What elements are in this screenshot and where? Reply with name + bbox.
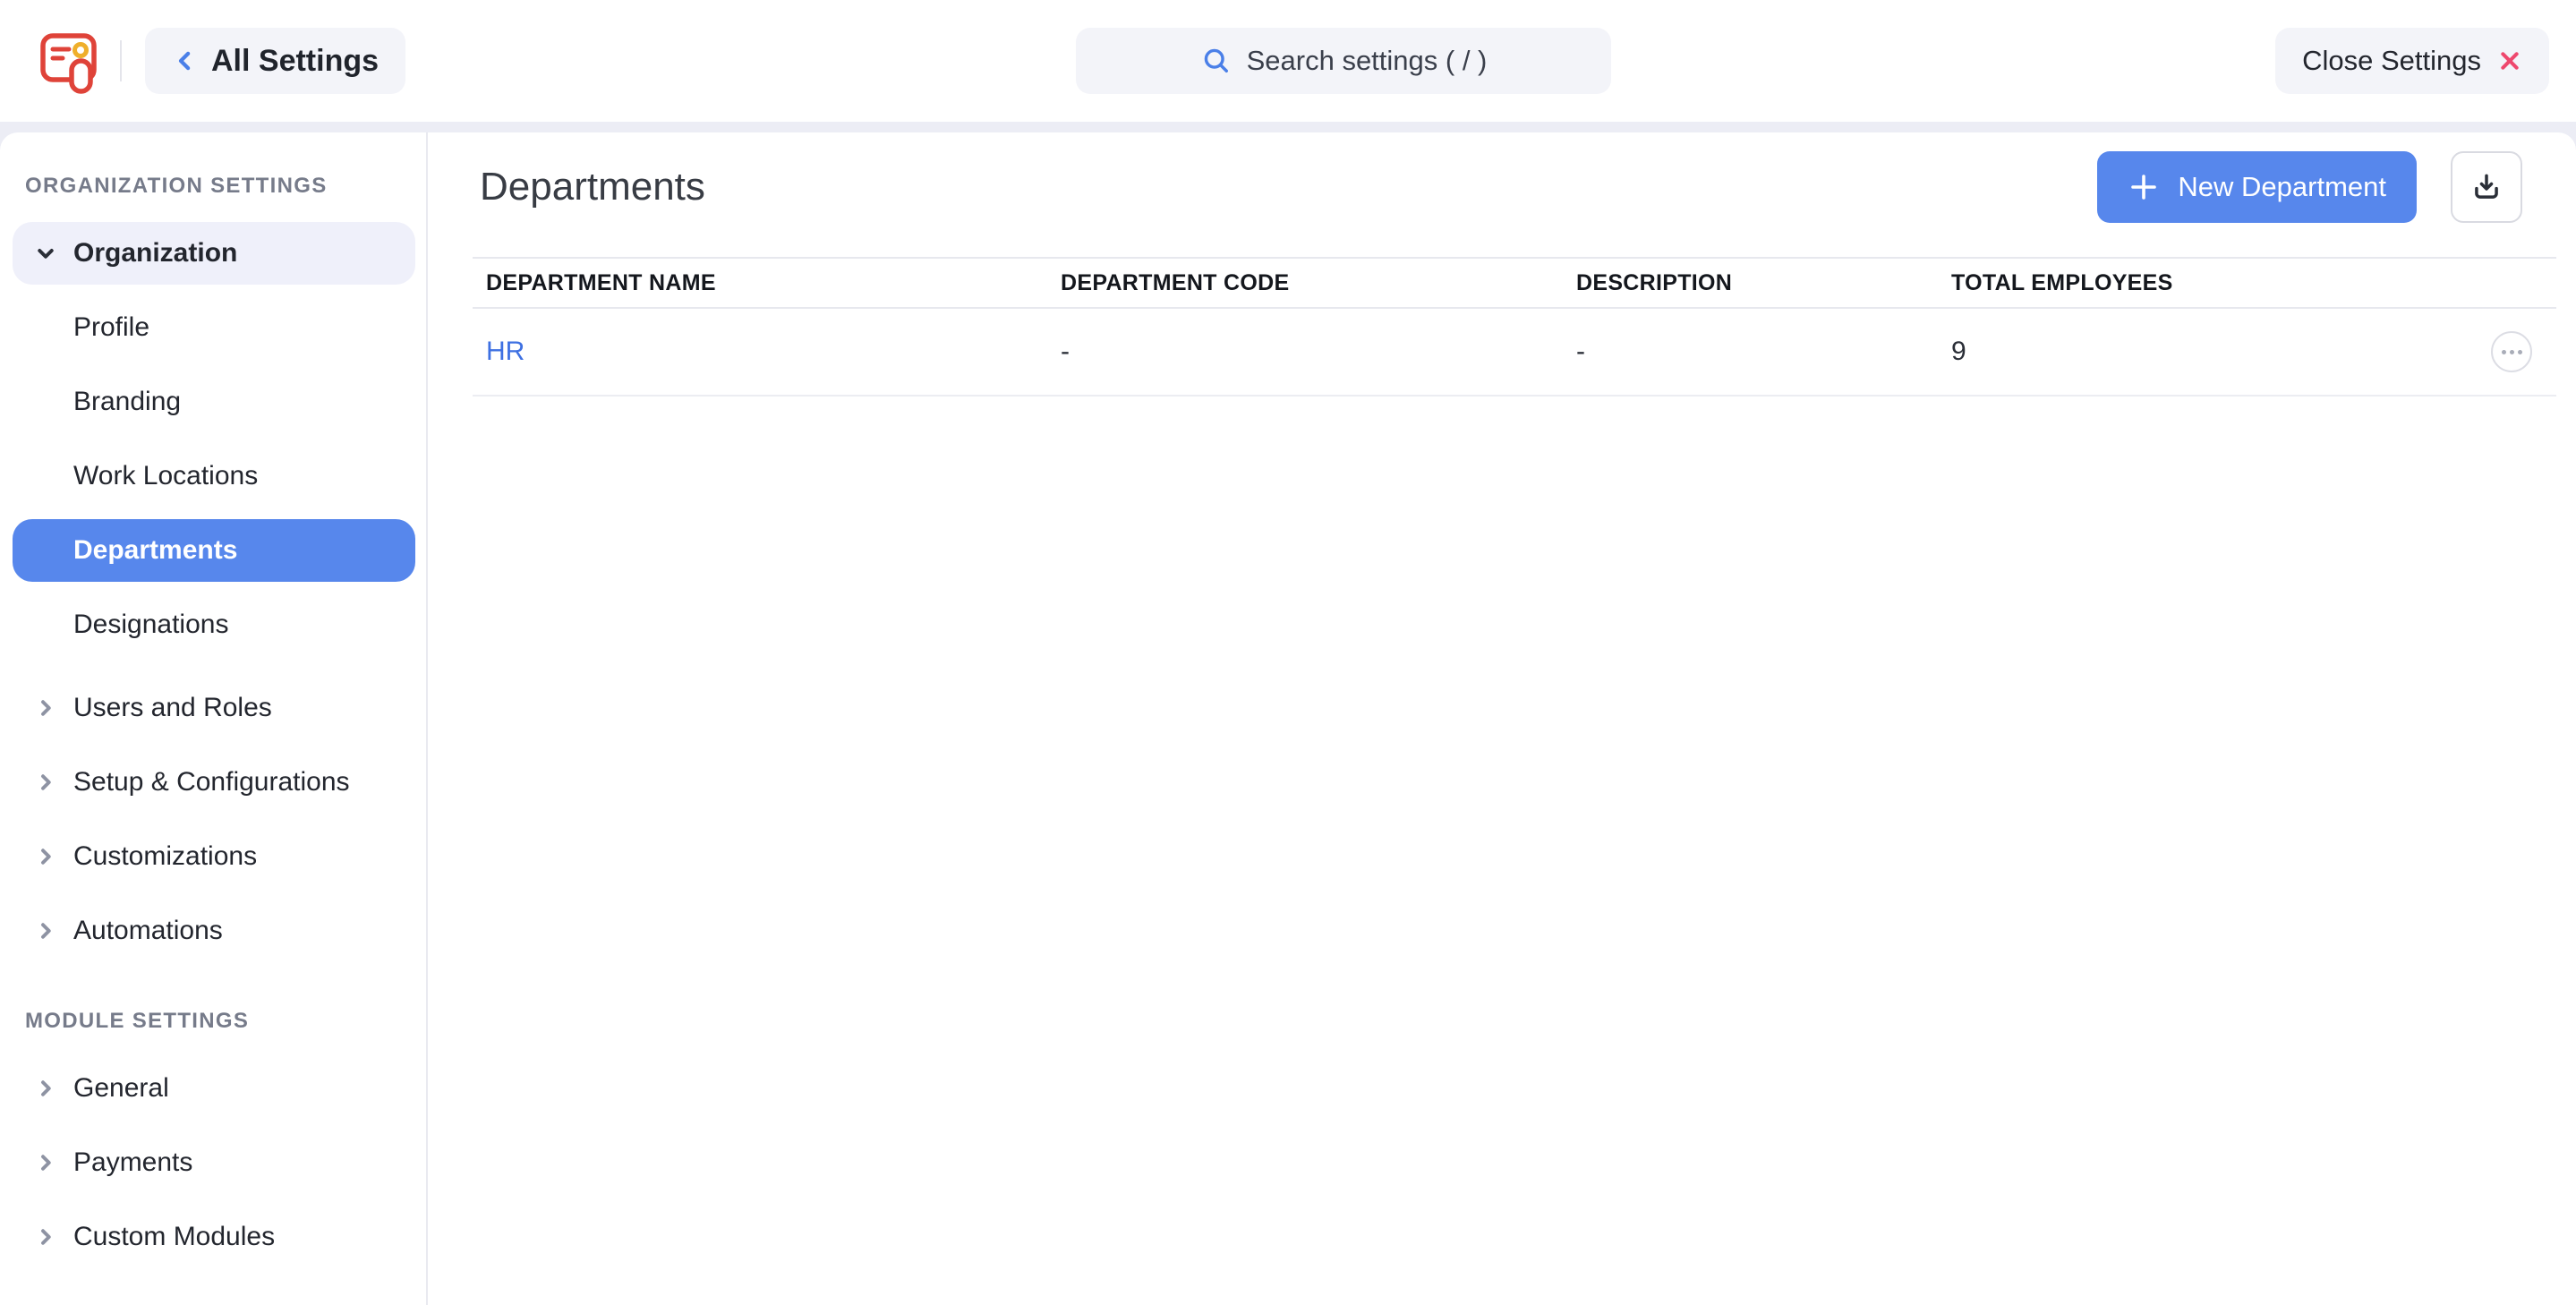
cell-description: - — [1563, 337, 1938, 367]
sidebar-item-setup-configurations[interactable]: Setup & Configurations — [13, 751, 415, 814]
sidebar-item-general[interactable]: General — [13, 1057, 415, 1120]
page-title: Departments — [480, 165, 2097, 209]
all-settings-label: All Settings — [211, 44, 379, 79]
cell-total-employees: 9 — [1938, 337, 2467, 367]
chevron-right-icon — [32, 1224, 73, 1250]
cell-department-code: - — [1047, 337, 1563, 367]
sidebar-item-custom-modules[interactable]: Custom Modules — [13, 1206, 415, 1268]
sidebar-item-label: Designations — [73, 610, 228, 640]
ellipsis-icon — [2502, 350, 2506, 354]
close-settings-label: Close Settings — [2302, 45, 2481, 77]
export-button[interactable] — [2451, 151, 2522, 223]
departments-table: DEPARTMENT NAME DEPARTMENT CODE DESCRIPT… — [473, 257, 2556, 397]
download-icon — [2469, 170, 2503, 204]
section-label-module-settings: MODULE SETTINGS — [13, 1009, 415, 1034]
divider — [120, 40, 122, 81]
section-label-organization-settings: ORGANIZATION SETTINGS — [13, 174, 415, 199]
chevron-right-icon — [32, 1149, 73, 1176]
department-link[interactable]: HR — [486, 337, 525, 366]
table-header-row: DEPARTMENT NAME DEPARTMENT CODE DESCRIPT… — [473, 257, 2556, 309]
all-settings-button[interactable]: All Settings — [145, 28, 405, 94]
cell-actions — [2467, 331, 2556, 372]
chevron-right-icon — [32, 769, 73, 796]
sidebar-item-work-locations[interactable]: Work Locations — [13, 445, 415, 508]
cell-department-name: HR — [473, 337, 1047, 367]
sidebar-item-label: Departments — [73, 535, 237, 566]
search-icon — [1200, 45, 1233, 77]
search-settings-input[interactable]: Search settings ( / ) — [1076, 28, 1611, 94]
sidebar-item-label: Organization — [73, 238, 237, 269]
chevron-right-icon — [32, 917, 73, 944]
sidebar-item-branding[interactable]: Branding — [13, 371, 415, 433]
top-bar: All Settings Search settings ( / ) Close… — [0, 0, 2576, 122]
settings-panel: ORGANIZATION SETTINGS Organization Profi… — [0, 132, 2576, 1305]
new-department-label: New Department — [2178, 171, 2386, 203]
sidebar-item-label: Profile — [73, 312, 149, 343]
sidebar-item-label: Payments — [73, 1147, 192, 1178]
chevron-right-icon — [32, 843, 73, 870]
sidebar-item-label: Customizations — [73, 841, 257, 872]
sidebar-item-label: Custom Modules — [73, 1222, 275, 1252]
chevron-down-icon — [32, 240, 73, 267]
sidebar-item-payments[interactable]: Payments — [13, 1131, 415, 1194]
settings-sidebar: ORGANIZATION SETTINGS Organization Profi… — [0, 132, 428, 1305]
chevron-right-icon — [32, 695, 73, 721]
search-placeholder: Search settings ( / ) — [1247, 45, 1488, 77]
close-x-icon — [2497, 48, 2522, 73]
sidebar-item-label: Setup & Configurations — [73, 767, 350, 798]
sidebar-item-departments[interactable]: Departments — [13, 519, 415, 582]
row-actions-button[interactable] — [2491, 331, 2532, 372]
sidebar-item-designations[interactable]: Designations — [13, 593, 415, 656]
chevron-right-icon — [32, 1075, 73, 1102]
page-header: Departments New Department — [480, 151, 2522, 223]
plus-icon — [2128, 171, 2160, 203]
sidebar-item-label: Users and Roles — [73, 693, 272, 723]
close-settings-button[interactable]: Close Settings — [2275, 28, 2549, 94]
sidebar-item-users-and-roles[interactable]: Users and Roles — [13, 677, 415, 739]
sidebar-item-label: Branding — [73, 387, 181, 417]
table-row[interactable]: HR - - 9 — [473, 309, 2556, 397]
column-header-total-employees: TOTAL EMPLOYEES — [1938, 270, 2467, 296]
departments-page: Departments New Department DEPARTMENT NA… — [428, 132, 2576, 1305]
sidebar-item-automations[interactable]: Automations — [13, 900, 415, 962]
sidebar-item-customizations[interactable]: Customizations — [13, 825, 415, 888]
sidebar-item-label: Automations — [73, 916, 223, 946]
column-header-department-name: DEPARTMENT NAME — [473, 270, 1047, 296]
sidebar-item-label: General — [73, 1073, 169, 1104]
app-logo-icon — [39, 27, 98, 95]
sidebar-item-label: Work Locations — [73, 461, 258, 491]
column-header-department-code: DEPARTMENT CODE — [1047, 270, 1563, 296]
column-header-description: DESCRIPTION — [1563, 270, 1938, 296]
new-department-button[interactable]: New Department — [2097, 151, 2417, 223]
sidebar-item-profile[interactable]: Profile — [13, 296, 415, 359]
sidebar-item-organization[interactable]: Organization — [13, 222, 415, 285]
chevron-left-icon — [172, 47, 199, 74]
